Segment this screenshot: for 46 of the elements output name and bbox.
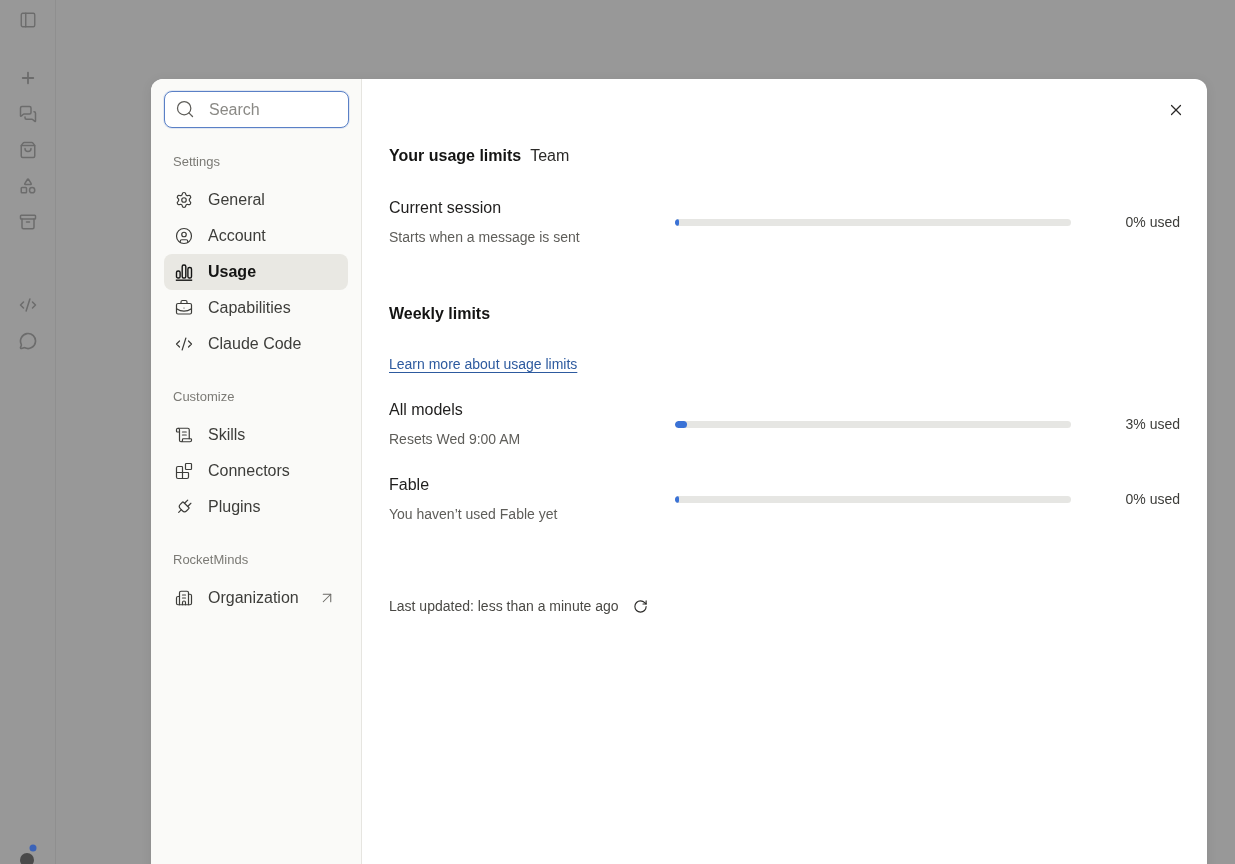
nav-item[interactable]: Claude Code <box>164 326 348 362</box>
refresh-button[interactable] <box>632 598 648 614</box>
limit-name: Fable <box>389 475 430 495</box>
plan-label: Team <box>530 146 570 166</box>
nav-item[interactable]: Capabilities <box>164 290 348 326</box>
gear-icon <box>175 191 193 209</box>
code-icon <box>175 335 193 353</box>
usage-reading: 0% used <box>1125 490 1180 509</box>
learn-more-link[interactable]: Learn more about usage limits <box>389 354 578 374</box>
section-label: Customize <box>173 389 235 405</box>
briefcase-icon <box>175 299 193 317</box>
limit-detail: Resets Wed 9:00 AM <box>389 430 521 449</box>
chat-bubble-icon[interactable] <box>18 332 37 350</box>
limit-detail: Starts when a message is sent <box>389 228 580 247</box>
limit-detail: You haven’t used Fable yet <box>389 505 558 524</box>
code-icon[interactable] <box>18 296 37 314</box>
last-updated-text: Last updated: less than a minute ago <box>389 597 619 616</box>
usage-reading: 0% used <box>1125 213 1180 232</box>
user-circle-icon <box>175 227 193 245</box>
nav-item[interactable]: Plugins <box>164 489 348 525</box>
avatar-icon[interactable] <box>18 844 37 864</box>
bar-chart-icon <box>175 263 193 281</box>
usage-title: Your usage limits <box>389 146 522 166</box>
section-label: Settings <box>173 154 220 170</box>
panel-icon[interactable] <box>18 11 37 29</box>
weekly-title: Weekly limits <box>389 304 491 324</box>
box-icon[interactable] <box>18 213 37 231</box>
chat-icon[interactable] <box>18 105 37 123</box>
refresh-icon <box>632 598 648 614</box>
nav-item[interactable]: Usage <box>164 254 348 290</box>
usage-reading: 3% used <box>1125 415 1180 434</box>
building-icon <box>175 589 193 607</box>
nav-item[interactable]: General <box>164 182 348 218</box>
nav-item[interactable]: Skills <box>164 417 348 453</box>
nav-item[interactable]: Account <box>164 218 348 254</box>
limit-name: Current session <box>389 198 502 218</box>
bag-icon[interactable] <box>18 141 37 159</box>
search-icon <box>175 99 195 119</box>
nav-item[interactable]: Organization <box>164 580 348 616</box>
blocks-icon <box>175 462 193 480</box>
shapes-icon[interactable] <box>18 177 37 195</box>
section-label: RocketMinds <box>173 552 249 568</box>
search-field[interactable]: Search <box>164 91 349 128</box>
scroll-icon <box>175 426 193 444</box>
limit-name: All models <box>389 400 463 420</box>
nav-item[interactable]: Connectors <box>164 453 348 489</box>
